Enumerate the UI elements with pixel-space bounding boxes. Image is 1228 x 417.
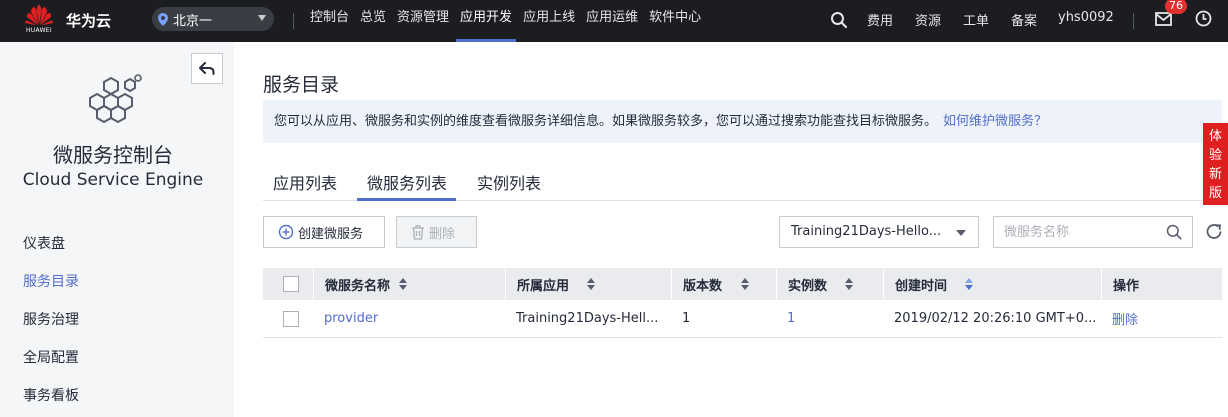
delete-button: 删除 [396, 216, 477, 248]
nav-app-ops[interactable]: 应用运维 [582, 0, 642, 42]
back-arrow-icon [199, 62, 215, 75]
versions-cell: 1 [682, 311, 691, 326]
select-all-cell [263, 268, 313, 300]
trash-icon [412, 224, 424, 240]
application-select-value: Training21Days-Hello... [791, 224, 942, 239]
nav-app-development[interactable]: 应用开发 [456, 0, 517, 42]
user-name[interactable]: yhs0092 [1058, 10, 1114, 25]
delete-button-label: 删除 [429, 226, 456, 242]
sidebar-item-service-catalog[interactable]: 服务目录 [0, 263, 234, 301]
refresh-icon[interactable] [1205, 222, 1224, 241]
back-button[interactable] [191, 53, 223, 84]
select-all-checkbox[interactable] [283, 276, 299, 292]
chevron-down-icon [258, 15, 266, 21]
region-selector[interactable]: 北京一 [152, 7, 274, 31]
clock-icon[interactable] [1195, 10, 1212, 27]
cse-hexagon-icon [89, 74, 142, 124]
active-tab-indicator [357, 198, 456, 201]
nav-app-launch[interactable]: 应用上线 [519, 0, 579, 42]
microservice-search-input[interactable] [994, 217, 1154, 247]
sort-desc-icon[interactable] [965, 278, 973, 290]
sidebar-item-global-config[interactable]: 全局配置 [0, 339, 234, 377]
top-bar: HUAWEI 华为云 北京一 控制台 总览 资源管理 应用开发 应用上线 应用运… [0, 0, 1228, 42]
row-delete-link[interactable]: 删除 [1112, 309, 1138, 328]
help-link[interactable]: 如何维护微服务？ [943, 114, 1047, 129]
create-button-label: 创建微服务 [298, 226, 364, 242]
instances-cell: 1 [776, 300, 883, 337]
tab-instance-list[interactable]: 实例列表 [477, 170, 541, 194]
chevron-down-icon [956, 230, 966, 236]
sort-icon[interactable] [587, 278, 595, 290]
try-new-version-button[interactable]: 体验新版 [1203, 123, 1228, 205]
nav-resource-management[interactable]: 资源管理 [393, 0, 453, 42]
sidebar-item-transaction-board[interactable]: 事务看板 [0, 377, 234, 415]
sidebar-item-service-governance[interactable]: 服务治理 [0, 301, 234, 339]
nav-tickets[interactable]: 工单 [963, 10, 989, 29]
column-header-app[interactable]: 所属应用 [505, 268, 671, 300]
message-count-badge: 76 [1165, 0, 1187, 14]
microservice-name-cell: provider [313, 300, 505, 337]
column-header-instances[interactable]: 实例数 [776, 268, 883, 300]
nav-fees[interactable]: 费用 [867, 10, 893, 29]
column-header-label: 操作 [1113, 278, 1140, 294]
created-time-cell: 2019/02/12 20:26:10 GMT+0... [894, 311, 1097, 326]
create-microservice-button[interactable]: 创建微服务 [263, 216, 385, 248]
huawei-flower-icon [25, 4, 53, 26]
sidebar-subtitle: Cloud Service Engine [22, 170, 204, 190]
brand-name[interactable]: 华为云 [66, 10, 111, 31]
column-header-actions: 操作 [1101, 268, 1222, 300]
search-icon[interactable] [1166, 224, 1182, 240]
logo-text: HUAWEI [26, 27, 52, 34]
application-select[interactable]: Training21Days-Hello... [779, 216, 979, 248]
nav-console[interactable]: 控制台 [306, 0, 353, 42]
nav-resources[interactable]: 资源 [915, 10, 941, 29]
row-select-cell [263, 300, 313, 337]
main-nav: 控制台 总览 资源管理 应用开发 应用上线 应用运维 软件中心 [306, 0, 708, 42]
mail-icon[interactable] [1155, 12, 1172, 27]
column-header-label: 微服务名称 [325, 278, 391, 294]
nav-software-center[interactable]: 软件中心 [645, 0, 705, 42]
tab-microservice-list[interactable]: 微服务列表 [367, 170, 447, 194]
sidebar-menu: 仪表盘 服务目录 服务治理 全局配置 事务看板 [0, 225, 234, 415]
app-cell: Training21Days-Hell... [516, 311, 659, 326]
column-header-label: 创建时间 [895, 278, 948, 294]
actions-cell: 删除 [1101, 300, 1222, 337]
table-header: 微服务名称 所属应用 版本数 实例数 创建时间 操作 [263, 268, 1222, 300]
divider [293, 13, 294, 29]
sort-icon[interactable] [741, 278, 749, 290]
instances-link[interactable]: 1 [787, 311, 795, 326]
region-label: 北京一 [173, 13, 213, 29]
column-header-label: 所属应用 [517, 278, 570, 294]
add-circle-icon [278, 224, 294, 240]
column-header-label: 实例数 [788, 278, 828, 294]
microservice-name-link[interactable]: provider [324, 311, 378, 326]
column-header-created[interactable]: 创建时间 [883, 268, 1101, 300]
divider [1133, 13, 1134, 29]
sidebar-title: 微服务控制台 [53, 143, 173, 167]
info-text: 您可以从应用、微服务和实例的维度查看微服务详细信息。如果微服务较多，您可以通过搜… [274, 114, 938, 129]
column-header-versions[interactable]: 版本数 [671, 268, 776, 300]
nav-overview[interactable]: 总览 [356, 0, 390, 42]
tab-app-list[interactable]: 应用列表 [273, 170, 337, 194]
table-row: provider Training21Days-Hell... 1 1 2019… [263, 300, 1222, 338]
tab-bar: 应用列表 微服务列表 实例列表 [263, 160, 1222, 201]
sort-icon[interactable] [845, 278, 853, 290]
sidebar: 微服务控制台 Cloud Service Engine 仪表盘 服务目录 服务治… [0, 42, 234, 417]
microservice-table: 微服务名称 所属应用 版本数 实例数 创建时间 操作 provider Trai… [263, 268, 1222, 338]
info-banner: 您可以从应用、微服务和实例的维度查看微服务详细信息。如果微服务较多，您可以通过搜… [263, 100, 1222, 143]
search-icon[interactable] [830, 11, 848, 29]
column-header-name[interactable]: 微服务名称 [313, 268, 505, 300]
sidebar-item-dashboard[interactable]: 仪表盘 [0, 225, 234, 263]
search-box [993, 216, 1193, 248]
nav-icp[interactable]: 备案 [1011, 10, 1037, 29]
column-header-label: 版本数 [683, 278, 723, 294]
sort-icon[interactable] [399, 278, 407, 290]
row-checkbox[interactable] [283, 310, 299, 327]
huawei-logo[interactable]: HUAWEI [22, 4, 56, 38]
page-title: 服务目录 [263, 74, 340, 96]
location-pin-icon [158, 12, 168, 26]
